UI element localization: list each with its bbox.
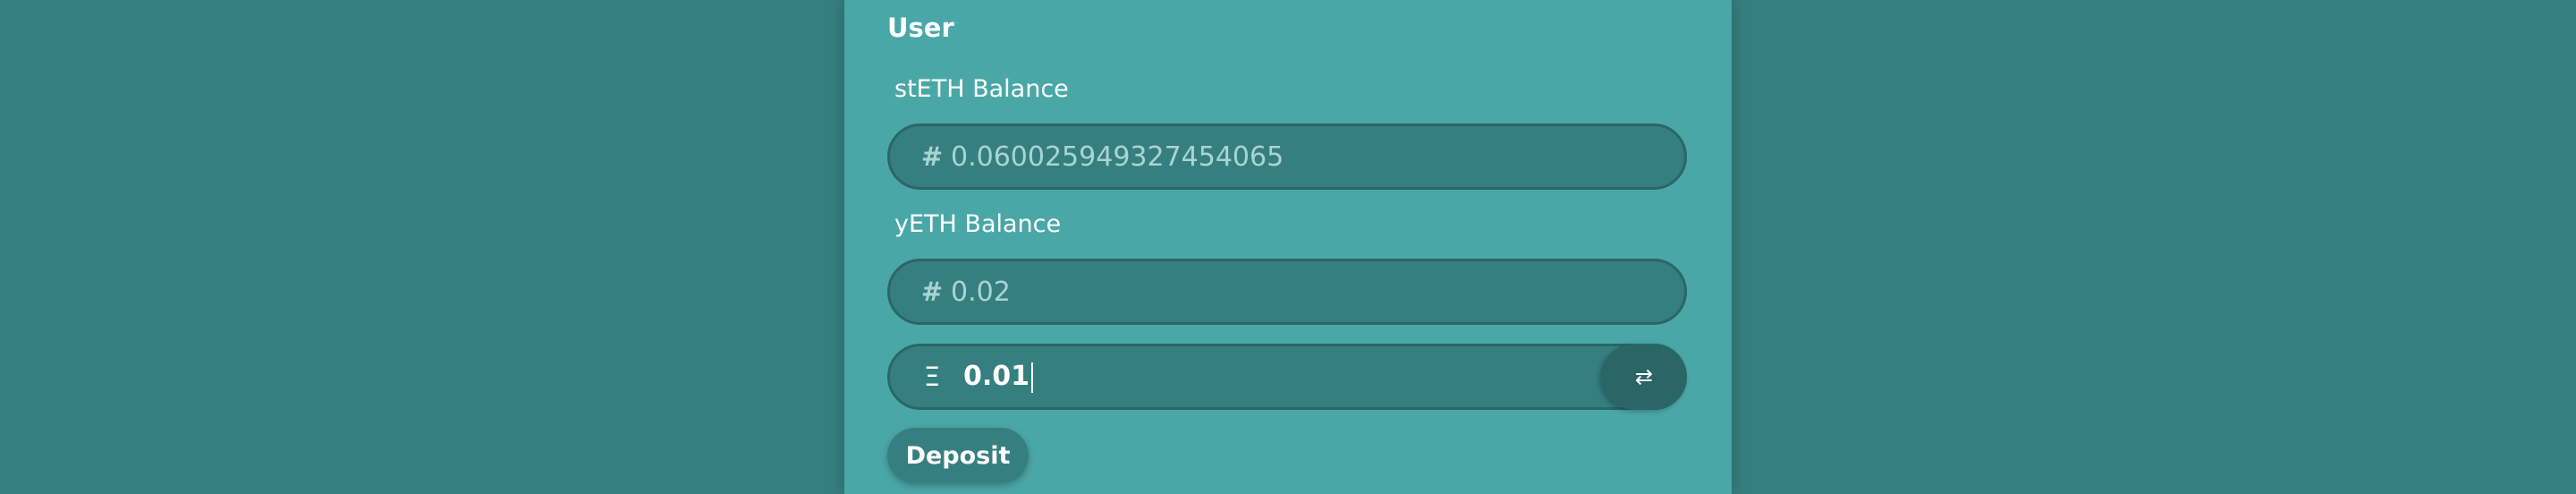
amount-input[interactable]: Ξ 0.01 ⇄ [887,344,1687,410]
hash-icon: # [920,141,944,172]
ether-icon: Ξ [923,362,941,392]
deposit-button[interactable]: Deposit [887,428,1029,483]
text-caret [1031,362,1034,393]
amount-input-wrapper: 0.01 [963,361,1034,393]
yeth-balance-label: yETH Balance [894,210,1062,238]
user-panel: User stETH Balance # 0.06002594932745406… [844,0,1732,494]
steth-balance-value: 0.060025949327454065 [951,141,1284,173]
swap-button[interactable]: ⇄ [1601,344,1687,410]
steth-balance-field: # 0.060025949327454065 [887,124,1687,190]
swap-arrows-icon: ⇄ [1634,364,1654,389]
section-title: User [887,13,954,43]
yeth-balance-field: # 0.02 [887,259,1687,325]
hash-icon: # [920,277,944,307]
steth-balance-label: stETH Balance [894,75,1069,103]
amount-value[interactable]: 0.01 [963,361,1030,392]
yeth-balance-value: 0.02 [951,276,1011,308]
